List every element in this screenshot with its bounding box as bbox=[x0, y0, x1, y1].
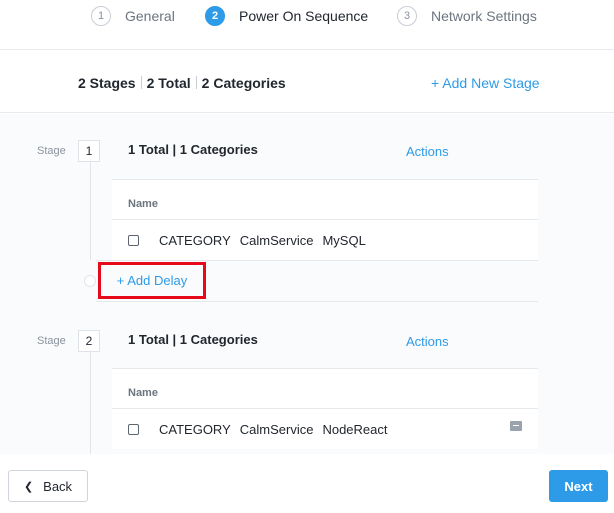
step-number: 2 bbox=[205, 6, 225, 26]
add-new-stage-link[interactable]: + Add New Stage bbox=[431, 75, 540, 91]
stage-header: 1 Total | 1 Categories bbox=[128, 332, 258, 347]
stages-list[interactable]: Stage 1 1 Total | 1 Categories Actions N… bbox=[0, 114, 614, 454]
table-header: Name bbox=[112, 179, 538, 219]
summary-categories: 2 Categories bbox=[201, 75, 286, 91]
step-network-settings[interactable]: 3 Network Settings bbox=[397, 0, 537, 32]
divider bbox=[195, 76, 197, 89]
summary-stages: 2 Stages bbox=[78, 75, 136, 91]
entity-type: CATEGORY bbox=[159, 421, 231, 437]
entity-value: NodeReact bbox=[322, 421, 388, 437]
entity-key: CalmService bbox=[239, 421, 314, 437]
stage-label: Stage bbox=[37, 335, 66, 347]
chevron-left-icon: ❮ bbox=[23, 480, 34, 493]
row-checkbox[interactable] bbox=[128, 234, 139, 246]
stage-number: 1 bbox=[78, 140, 100, 162]
step-power-on-sequence[interactable]: 2 Power On Sequence bbox=[205, 0, 368, 32]
column-name: Name bbox=[128, 198, 158, 210]
stage-actions-button[interactable]: Actions bbox=[406, 334, 449, 349]
step-number: 1 bbox=[91, 6, 111, 26]
footer: ❮ Back Next bbox=[0, 454, 614, 513]
row-checkbox[interactable] bbox=[128, 423, 139, 435]
stage-connector bbox=[90, 352, 91, 454]
stage-header: 1 Total | 1 Categories bbox=[128, 142, 258, 157]
entity-value: MySQL bbox=[322, 232, 366, 248]
column-name: Name bbox=[128, 387, 158, 399]
back-label: Back bbox=[43, 478, 73, 494]
step-label: General bbox=[125, 8, 175, 24]
stage-number: 2 bbox=[78, 330, 100, 352]
table-header: Name bbox=[112, 368, 538, 408]
back-button[interactable]: ❮ Back bbox=[8, 470, 88, 502]
wizard-steps: 1 General 2 Power On Sequence 3 Network … bbox=[0, 0, 614, 50]
summary-text: 2 Stages 2 Total 2 Categories bbox=[78, 75, 286, 91]
step-number: 3 bbox=[397, 6, 417, 26]
step-general[interactable]: 1 General bbox=[91, 0, 175, 32]
summary-total: 2 Total bbox=[146, 75, 191, 91]
stage-summary: 2 Stages 2 Total 2 Categories + Add New St… bbox=[0, 51, 614, 113]
table-row[interactable]: CATEGORY CalmService MySQL bbox=[112, 219, 538, 260]
stage-connector bbox=[90, 162, 91, 260]
stage-label: Stage bbox=[37, 145, 66, 157]
entity-key: CalmService bbox=[239, 232, 314, 248]
table-row[interactable]: CATEGORY CalmService NodeReact bbox=[112, 408, 538, 449]
add-delay-button[interactable]: + Add Delay bbox=[98, 262, 206, 299]
divider bbox=[140, 76, 142, 89]
stage-actions-button[interactable]: Actions bbox=[406, 144, 449, 159]
minimize-icon[interactable] bbox=[510, 421, 522, 431]
timeline-node-icon bbox=[84, 275, 96, 287]
step-label: Power On Sequence bbox=[239, 8, 369, 24]
next-button[interactable]: Next bbox=[549, 470, 608, 502]
entity-type: CATEGORY bbox=[159, 232, 231, 248]
step-label: Network Settings bbox=[431, 8, 537, 24]
